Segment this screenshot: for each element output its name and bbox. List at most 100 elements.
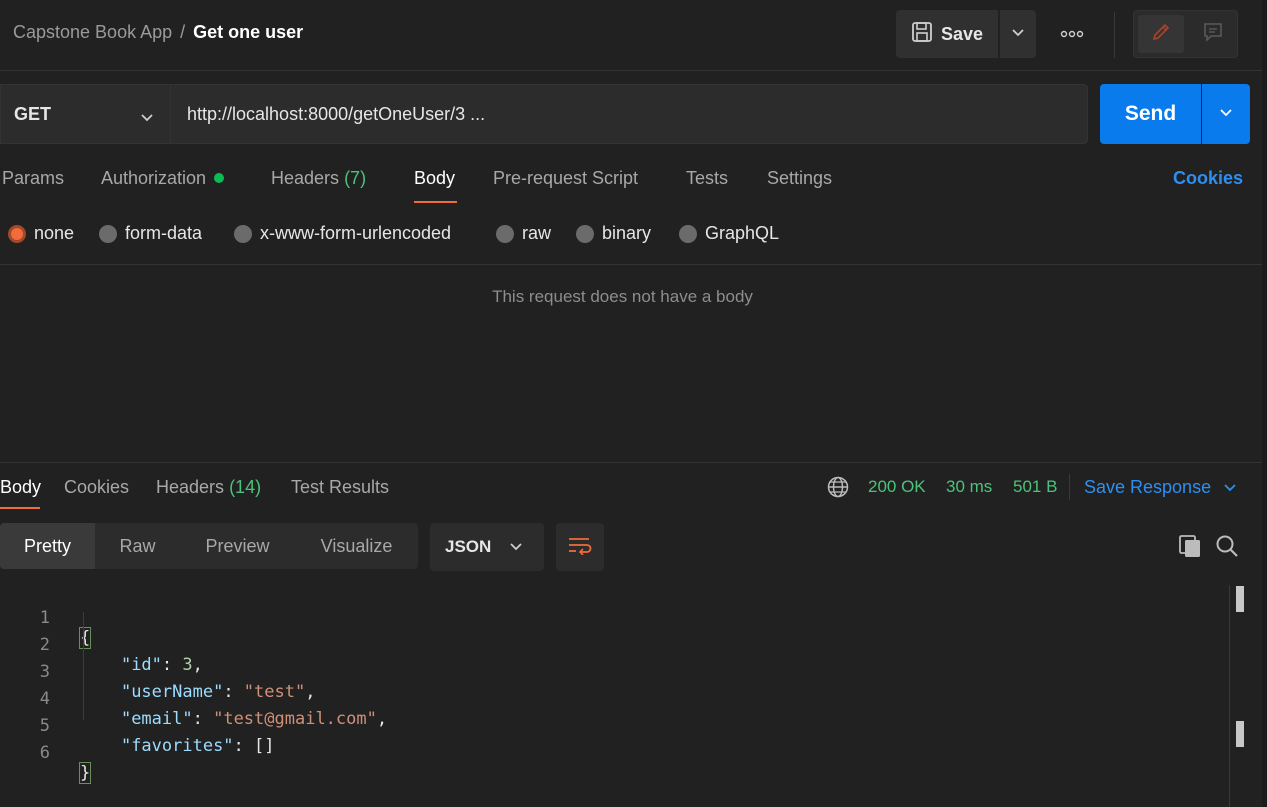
save-response-label: Save Response [1084,477,1212,497]
globe-icon[interactable] [826,475,850,504]
send-options-dropdown[interactable] [1202,84,1250,144]
pencil-icon [1150,21,1172,48]
request-header: Capstone Book App / Get one user Save [0,0,1267,71]
tab-authorization[interactable]: Authorization [101,168,225,189]
radio-indicator [234,224,252,243]
tab-headers[interactable]: Headers (7) [271,168,366,189]
code-line: 4 "email": "test@gmail.com", [0,669,1230,729]
radio-none-label: none [34,223,75,243]
radio-indicator [576,224,594,243]
save-button[interactable]: Save [896,10,998,58]
radio-urlencoded[interactable]: x-www-form-urlencoded [234,223,451,244]
method-value: GET [14,103,52,124]
radio-urlencoded-label: x-www-form-urlencoded [260,223,452,243]
radio-indicator [679,224,697,243]
radio-binary-label: binary [602,223,652,243]
tab-params[interactable]: Params [2,168,64,189]
response-headers-count: (14) [229,477,262,497]
radio-raw-label: raw [522,223,552,243]
response-tab-headers-label: Headers [156,477,225,497]
line-number: 6 [39,743,50,763]
chevron-down-icon [140,107,154,128]
response-size[interactable]: 501 B [1013,477,1057,497]
close-brace: } [78,762,92,784]
window-edge [1262,0,1267,807]
wrap-lines-button[interactable] [556,523,604,571]
auth-status-dot [214,173,225,183]
view-raw-button[interactable]: Raw [95,523,180,569]
search-icon[interactable] [1213,532,1241,565]
divider [0,264,1267,265]
language-value: JSON [445,537,492,556]
active-tab-indicator [414,201,457,203]
tab-settings[interactable]: Settings [767,168,832,189]
radio-none[interactable]: none [8,223,74,244]
send-button[interactable]: Send [1100,84,1201,144]
response-time[interactable]: 30 ms [946,477,992,497]
tab-pre-request-script[interactable]: Pre-request Script [493,168,638,189]
tab-body[interactable]: Body [414,168,455,189]
radio-indicator [496,224,514,243]
more-actions-button[interactable] [1052,10,1092,58]
comment-icon [1202,21,1224,48]
view-mode-selector: Pretty Raw Preview Visualize [0,523,418,569]
code-line: 5 "favorites": [] [0,696,1230,756]
chevron-down-icon [1223,477,1237,498]
code-line: 2 "id": 3, [0,615,1230,675]
view-preview-button[interactable]: Preview [180,523,295,569]
radio-raw[interactable]: raw [496,223,551,244]
save-response-button[interactable]: Save Response [1084,477,1237,498]
code-line: 3 "userName": "test", [0,642,1230,702]
save-options-dropdown[interactable] [1000,10,1036,58]
language-select[interactable]: JSON [430,523,544,571]
empty-body-message: This request does not have a body [492,287,753,306]
response-tab-body[interactable]: Body [0,477,41,498]
wrap-lines-icon [567,535,593,560]
radio-indicator-selected [8,224,26,243]
breadcrumb: Capstone Book App / Get one user [13,22,303,43]
breadcrumb-collection[interactable]: Capstone Book App [13,22,172,42]
copy-icon[interactable] [1176,532,1204,565]
request-title[interactable]: Get one user [193,22,303,42]
response-divider[interactable] [0,462,1267,463]
editor-scrollbar[interactable] [1229,585,1230,807]
status-code[interactable]: 200 OK [868,477,926,497]
more-icon [1060,25,1084,43]
indent-guide [83,612,84,720]
url-input[interactable] [170,84,1088,144]
request-tabs: Params Authorization Headers (7) Body Pr… [0,162,1267,206]
radio-form-data-label: form-data [125,223,203,243]
method-select[interactable]: GET [0,84,170,144]
radio-graphql-label: GraphQL [705,223,780,243]
response-tab-headers[interactable]: Headers (14) [156,477,261,498]
radio-form-data[interactable]: form-data [99,223,202,244]
radio-indicator [99,224,117,243]
chevron-down-icon [1219,105,1233,123]
stat-divider [1069,474,1070,500]
save-icon [911,21,933,48]
radio-binary[interactable]: binary [576,223,651,244]
code-line: 6 } [0,723,1230,784]
radio-graphql[interactable]: GraphQL [679,223,779,244]
headers-count: (7) [344,168,367,188]
chevron-down-icon [1011,25,1025,43]
response-body-editor[interactable]: 1 { 2 "id": 3, 3 "userName": "test", 4 "… [0,585,1230,807]
edit-mode-button[interactable] [1138,15,1184,53]
code-line: 1 { [0,588,1230,649]
cookies-link[interactable]: Cookies [1173,168,1243,189]
tab-tests[interactable]: Tests [686,168,728,189]
tab-headers-label: Headers [271,168,340,188]
active-response-tab-indicator [0,507,40,509]
body-type-radio-group: none form-data x-www-form-urlencoded raw… [0,220,900,248]
view-pretty-button[interactable]: Pretty [0,523,95,569]
code-text: } [78,762,92,784]
scrollbar-marker [1236,721,1244,747]
breadcrumb-separator: / [180,22,186,42]
response-tab-cookies[interactable]: Cookies [64,477,129,498]
mode-toggle [1133,10,1238,58]
comments-button[interactable] [1190,15,1236,53]
chevron-down-icon [509,537,523,557]
view-visualize-button[interactable]: Visualize [295,523,418,569]
toolbar-divider [1114,12,1115,58]
response-tab-test-results[interactable]: Test Results [291,477,389,498]
